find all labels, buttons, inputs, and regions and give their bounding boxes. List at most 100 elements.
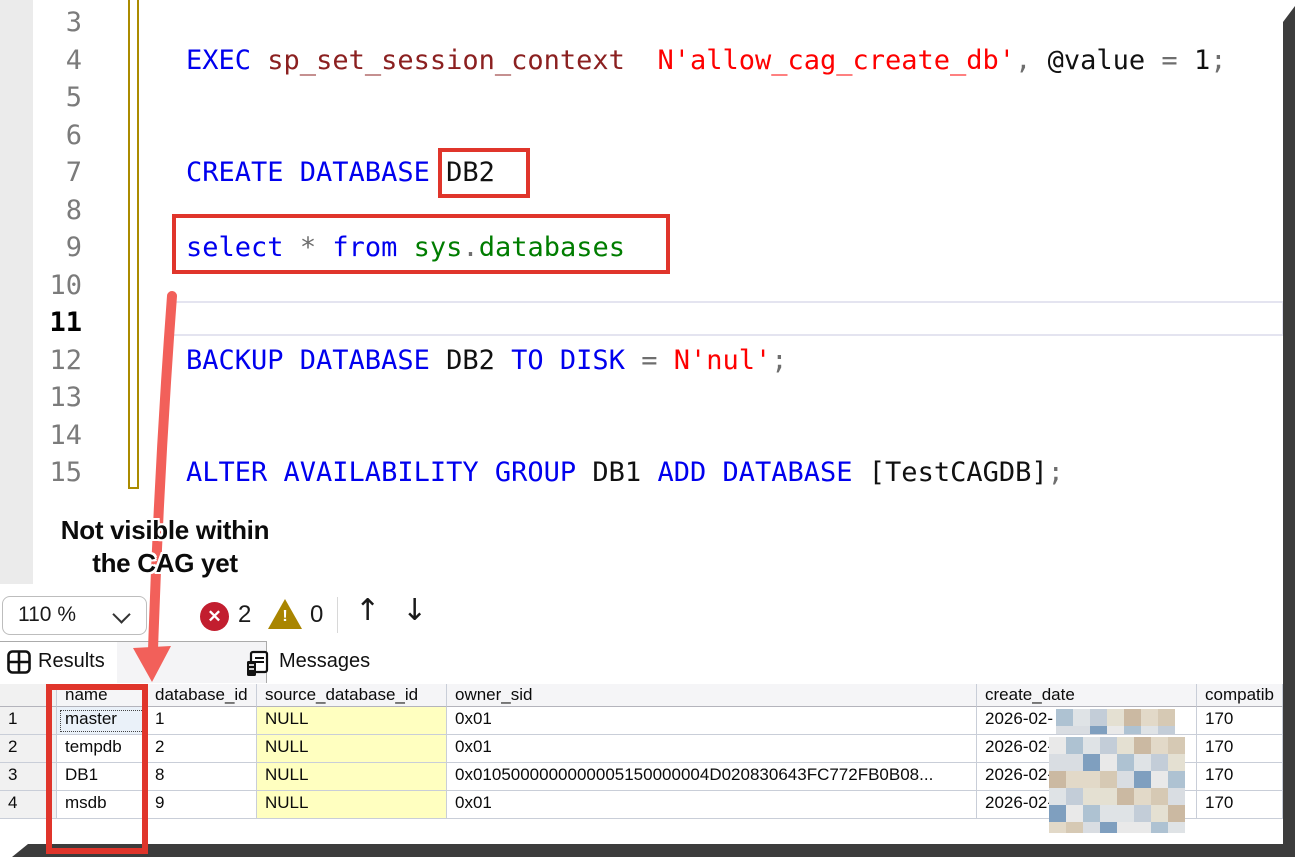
cell-source-database-id[interactable]: NULL (257, 763, 447, 791)
change-tracker-bar (128, 0, 139, 489)
code-token (1178, 45, 1194, 76)
line-number: 6 (36, 119, 82, 153)
toolbar-separator (337, 597, 338, 633)
row-number[interactable]: 1 (0, 707, 57, 735)
warning-count: 0 (310, 601, 323, 629)
code-token: from (332, 232, 397, 263)
code-token: databases (479, 232, 625, 263)
line-number: 12 (36, 344, 82, 378)
grid-header-database_id[interactable]: database_id (147, 684, 257, 707)
code-token (430, 157, 446, 188)
cell-name[interactable]: tempdb (57, 735, 147, 763)
code-line-4[interactable]: EXEC sp_set_session_context N'allow_cag_… (186, 44, 1226, 78)
row-number[interactable]: 2 (0, 735, 57, 763)
code-token: sp_set_session_context (267, 45, 625, 76)
cell-owner-sid[interactable]: 0x01 (447, 735, 977, 763)
code-token: 1 (1194, 45, 1210, 76)
code-token: , (1015, 45, 1031, 76)
cell-database-id[interactable]: 8 (147, 763, 257, 791)
error-icon[interactable]: ✕ (200, 602, 229, 631)
code-line-12[interactable]: BACKUP DATABASE DB2 TO DISK = N'nul'; (186, 344, 788, 378)
cell-compatibility[interactable]: 170 (1197, 707, 1283, 735)
cell-source-database-id[interactable]: NULL (257, 735, 447, 763)
cell-name[interactable]: msdb (57, 791, 147, 819)
window-shadow-bottom (12, 844, 1295, 857)
code-token (1031, 45, 1047, 76)
cell-compatibility[interactable]: 170 (1197, 763, 1283, 791)
line-number: 8 (36, 194, 82, 228)
annotation-line2: the CAG yet (35, 547, 295, 580)
code-token: ADD DATABASE (657, 457, 852, 488)
warning-exclamation: ! (281, 608, 289, 626)
line-number: 7 (36, 156, 82, 190)
editor-status-bar: 110 % ✕ 2 ! 0 ↑ ↓ (0, 585, 1283, 641)
grid-header-create_date[interactable]: create_date (977, 684, 1197, 707)
code-token: select (186, 232, 284, 263)
code-line-7[interactable]: CREATE DATABASE DB2 (186, 156, 495, 190)
messages-document-icon (243, 649, 273, 679)
code-token (251, 45, 267, 76)
chevron-down-icon (112, 605, 130, 623)
line-number-gutter: 3456789101112131415 (36, 0, 82, 585)
code-token: DB2 (446, 157, 495, 188)
code-token: * (300, 232, 316, 263)
grid-header-compatib[interactable]: compatib (1197, 684, 1283, 707)
cell-compatibility[interactable]: 170 (1197, 791, 1283, 819)
cell-owner-sid[interactable]: 0x01 (447, 791, 977, 819)
cell-owner-sid[interactable]: 0x01 (447, 707, 977, 735)
row-number[interactable]: 3 (0, 763, 57, 791)
cell-source-database-id[interactable]: NULL (257, 791, 447, 819)
zoom-level-dropdown[interactable]: 110 % (2, 596, 147, 635)
line-number: 10 (36, 269, 82, 303)
cell-name[interactable]: master (57, 707, 147, 735)
row-number[interactable]: 4 (0, 791, 57, 819)
query-editor[interactable]: 3456789101112131415 EXEC sp_set_session_… (0, 0, 1283, 585)
error-count: 2 (238, 601, 251, 629)
grid-header-source_database_id[interactable]: source_database_id (257, 684, 447, 707)
cell-compatibility[interactable]: 170 (1197, 735, 1283, 763)
code-token: EXEC (186, 45, 251, 76)
grid-header-name[interactable]: name (57, 684, 147, 707)
code-token: DB1 (592, 457, 641, 488)
cell-name[interactable]: DB1 (57, 763, 147, 791)
code-token (853, 457, 869, 488)
redacted-pixelation (1049, 737, 1189, 833)
code-token: @value (1048, 45, 1146, 76)
warning-icon[interactable]: ! (268, 599, 302, 629)
cell-database-id[interactable]: 2 (147, 735, 257, 763)
cell-database-id[interactable]: 9 (147, 791, 257, 819)
annotation-label: Not visible within the CAG yet (35, 514, 295, 580)
grid-header-stub[interactable] (0, 684, 57, 707)
current-line-highlight (168, 301, 1284, 336)
previous-error-button[interactable]: ↑ (355, 593, 380, 628)
next-error-button[interactable]: ↓ (402, 593, 427, 628)
tab-results[interactable]: Results (0, 641, 118, 683)
code-token (641, 457, 657, 488)
code-token (657, 345, 673, 376)
ssms-window: 3456789101112131415 EXEC sp_set_session_… (0, 0, 1298, 861)
cell-owner-sid[interactable]: 0x0105000000000005150000004D020830643FC7… (447, 763, 977, 791)
code-token (625, 45, 658, 76)
cell-source-database-id[interactable]: NULL (257, 707, 447, 735)
code-token (316, 232, 332, 263)
code-token (495, 345, 511, 376)
code-token (1145, 45, 1161, 76)
code-token: CREATE DATABASE (186, 157, 430, 188)
code-token: ; (1210, 45, 1226, 76)
cell-database-id[interactable]: 1 (147, 707, 257, 735)
results-tab-bar: Results Messages (0, 641, 1283, 683)
results-grid-icon (6, 649, 32, 675)
line-number: 4 (36, 44, 82, 78)
code-token: N'nul' (674, 345, 772, 376)
editor-glyph-margin (0, 0, 33, 584)
tab-messages-label: Messages (279, 650, 370, 673)
line-number: 15 (36, 456, 82, 490)
tab-messages[interactable]: Messages (117, 641, 267, 683)
redacted-pixelation (1056, 709, 1187, 734)
code-token: = (641, 345, 657, 376)
code-token: BACKUP DATABASE (186, 345, 430, 376)
code-line-9[interactable]: select * from sys.databases (186, 231, 625, 265)
tab-results-label: Results (38, 650, 105, 673)
code-line-15[interactable]: ALTER AVAILABILITY GROUP DB1 ADD DATABAS… (186, 456, 1064, 490)
grid-header-owner_sid[interactable]: owner_sid (447, 684, 977, 707)
